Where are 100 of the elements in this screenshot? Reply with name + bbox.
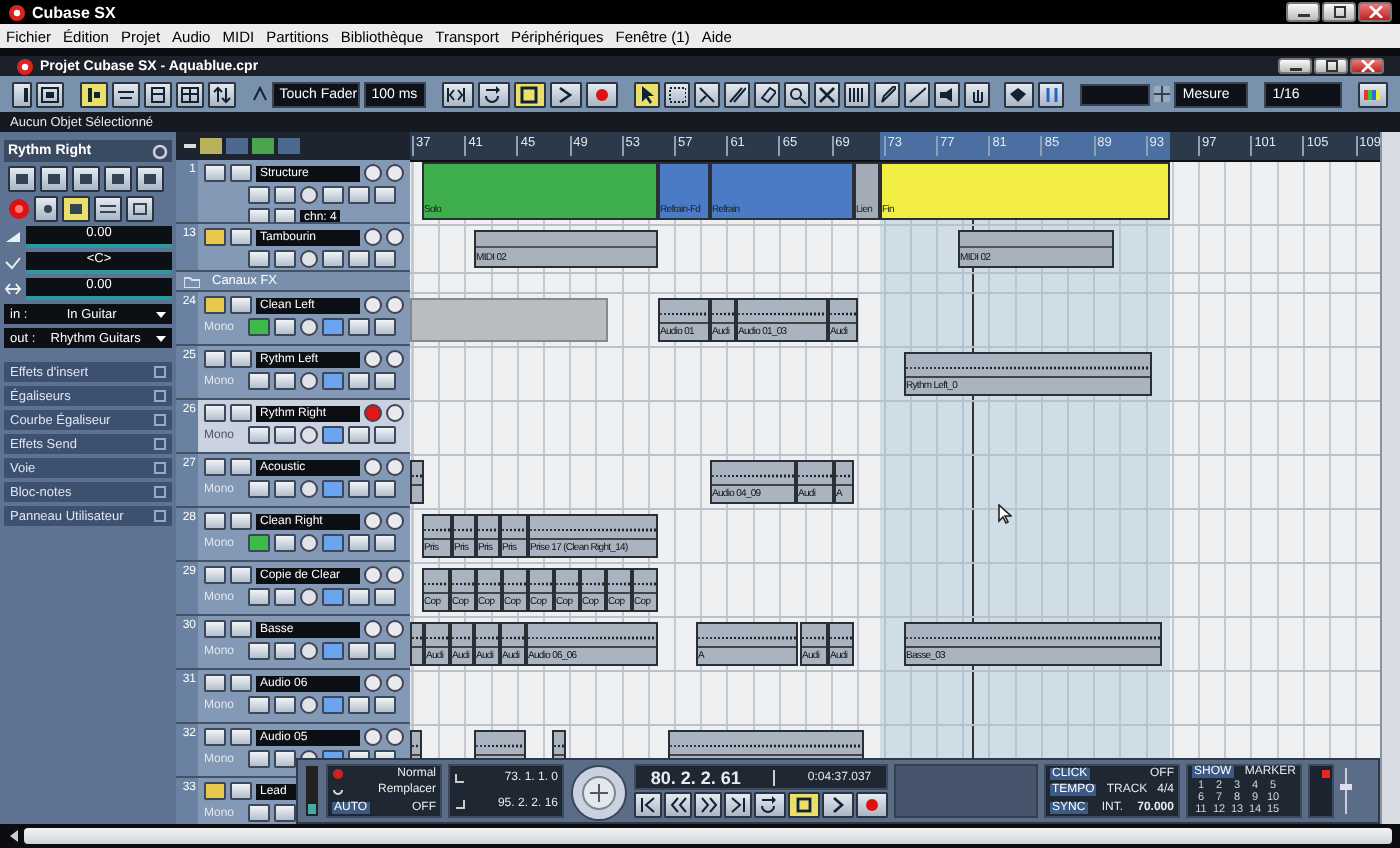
- folder-button[interactable]: [348, 642, 370, 660]
- edit-channel-button[interactable]: [300, 372, 318, 390]
- minimize-button[interactable]: [1286, 2, 1320, 22]
- solo-button[interactable]: [230, 620, 252, 638]
- record-enable-button[interactable]: [364, 296, 382, 314]
- monitor-button[interactable]: [386, 350, 404, 368]
- folder-button[interactable]: [348, 426, 370, 444]
- read-button[interactable]: [248, 480, 270, 498]
- solo-button[interactable]: [230, 458, 252, 476]
- lanes-button[interactable]: [322, 426, 344, 444]
- record-enable-button[interactable]: [364, 458, 382, 476]
- lock-button[interactable]: [274, 208, 296, 222]
- scissors-tool-button[interactable]: [693, 81, 720, 107]
- folder-button[interactable]: [348, 318, 370, 336]
- mute-button[interactable]: [204, 164, 226, 182]
- mute-button[interactable]: [204, 728, 226, 746]
- folder-button[interactable]: [348, 696, 370, 714]
- mute-button[interactable]: [204, 458, 226, 476]
- cycle-toggle-button[interactable]: [754, 792, 786, 818]
- folder-button[interactable]: [348, 480, 370, 498]
- play-tool-button[interactable]: [933, 81, 960, 107]
- maximize-button[interactable]: [1314, 58, 1348, 74]
- monitor-button[interactable]: [386, 228, 404, 246]
- lane-button[interactable]: [94, 196, 122, 222]
- read-button[interactable]: [72, 166, 100, 192]
- mute-button[interactable]: [204, 296, 226, 314]
- pointer-tool-button[interactable]: [633, 81, 660, 107]
- edit-channel-button[interactable]: [300, 588, 318, 606]
- monitor-button[interactable]: [386, 620, 404, 638]
- mute-button[interactable]: [204, 566, 226, 584]
- rewind-button[interactable]: [664, 792, 692, 818]
- solo-button[interactable]: [230, 350, 252, 368]
- record-enable-button[interactable]: [364, 164, 382, 182]
- settings-button[interactable]: [374, 534, 396, 552]
- solo-button[interactable]: [230, 728, 252, 746]
- read-button[interactable]: [248, 804, 270, 822]
- jog-shuttle-wheel[interactable]: [570, 764, 628, 822]
- record-enable-button[interactable]: [364, 674, 382, 692]
- mute-button[interactable]: [204, 620, 226, 638]
- write-button[interactable]: [274, 372, 296, 390]
- edit-channel-button[interactable]: [300, 480, 318, 498]
- line-tool-button[interactable]: [903, 81, 930, 107]
- collapse-icon[interactable]: [184, 143, 196, 149]
- close-button[interactable]: [1350, 58, 1384, 74]
- settings-button[interactable]: [374, 372, 396, 390]
- monitor-button[interactable]: [386, 566, 404, 584]
- mute-button[interactable]: [204, 674, 226, 692]
- minimize-button[interactable]: [1278, 58, 1312, 74]
- read-button[interactable]: [248, 372, 270, 390]
- solo-button[interactable]: [230, 566, 252, 584]
- mute-tool-button[interactable]: [813, 81, 840, 107]
- magnet-button[interactable]: [1038, 81, 1065, 107]
- gear-icon[interactable]: [152, 143, 168, 159]
- lanes-button[interactable]: [322, 186, 344, 204]
- read-button[interactable]: [248, 250, 270, 268]
- lanes-button[interactable]: [322, 642, 344, 660]
- eraser-tool-button[interactable]: [753, 81, 780, 107]
- close-button[interactable]: [1358, 2, 1392, 22]
- write-button[interactable]: [274, 480, 296, 498]
- mute-button[interactable]: [8, 166, 36, 192]
- write-button[interactable]: [274, 750, 296, 768]
- glue-tool-button[interactable]: [723, 81, 750, 107]
- mute-button[interactable]: [204, 782, 226, 800]
- record-enable-button[interactable]: [364, 566, 382, 584]
- time-warp-tool-button[interactable]: [843, 81, 870, 107]
- view-button[interactable]: [79, 81, 108, 107]
- settings-button[interactable]: [374, 696, 396, 714]
- write-button[interactable]: [274, 588, 296, 606]
- mixer-button[interactable]: [111, 81, 140, 107]
- info-button[interactable]: [12, 81, 32, 107]
- write-button[interactable]: [274, 250, 296, 268]
- mute-button[interactable]: [204, 228, 226, 246]
- maximize-button[interactable]: [1322, 2, 1356, 22]
- lock-button[interactable]: [62, 196, 90, 222]
- monitor-button[interactable]: [34, 196, 58, 222]
- colors-button[interactable]: [1357, 81, 1388, 107]
- record-enable-button[interactable]: [364, 728, 382, 746]
- write-button[interactable]: [274, 186, 296, 204]
- monitor-button[interactable]: [386, 512, 404, 530]
- edit-channel-button[interactable]: [300, 642, 318, 660]
- read-button[interactable]: [248, 186, 270, 204]
- cycle-button[interactable]: [477, 81, 510, 107]
- edit-channel-button[interactable]: [300, 426, 318, 444]
- record-enable-button[interactable]: [364, 512, 382, 530]
- transport-record-button[interactable]: [856, 792, 888, 818]
- zoom-tool-button[interactable]: [783, 81, 810, 107]
- solo-button[interactable]: [230, 782, 252, 800]
- edit-button[interactable]: [136, 166, 164, 192]
- grid-button[interactable]: [175, 81, 204, 107]
- edit-channel-button[interactable]: [300, 186, 318, 204]
- settings-button[interactable]: [374, 642, 396, 660]
- play-button[interactable]: [549, 81, 582, 107]
- edit-channel-button[interactable]: [300, 534, 318, 552]
- lanes-button[interactable]: [322, 696, 344, 714]
- scroll-left-icon[interactable]: [8, 828, 20, 844]
- hand-tool-button[interactable]: [963, 81, 990, 107]
- list-button[interactable]: [143, 81, 172, 107]
- settings-button[interactable]: [374, 480, 396, 498]
- read-button[interactable]: [248, 426, 270, 444]
- folder-button[interactable]: [348, 372, 370, 390]
